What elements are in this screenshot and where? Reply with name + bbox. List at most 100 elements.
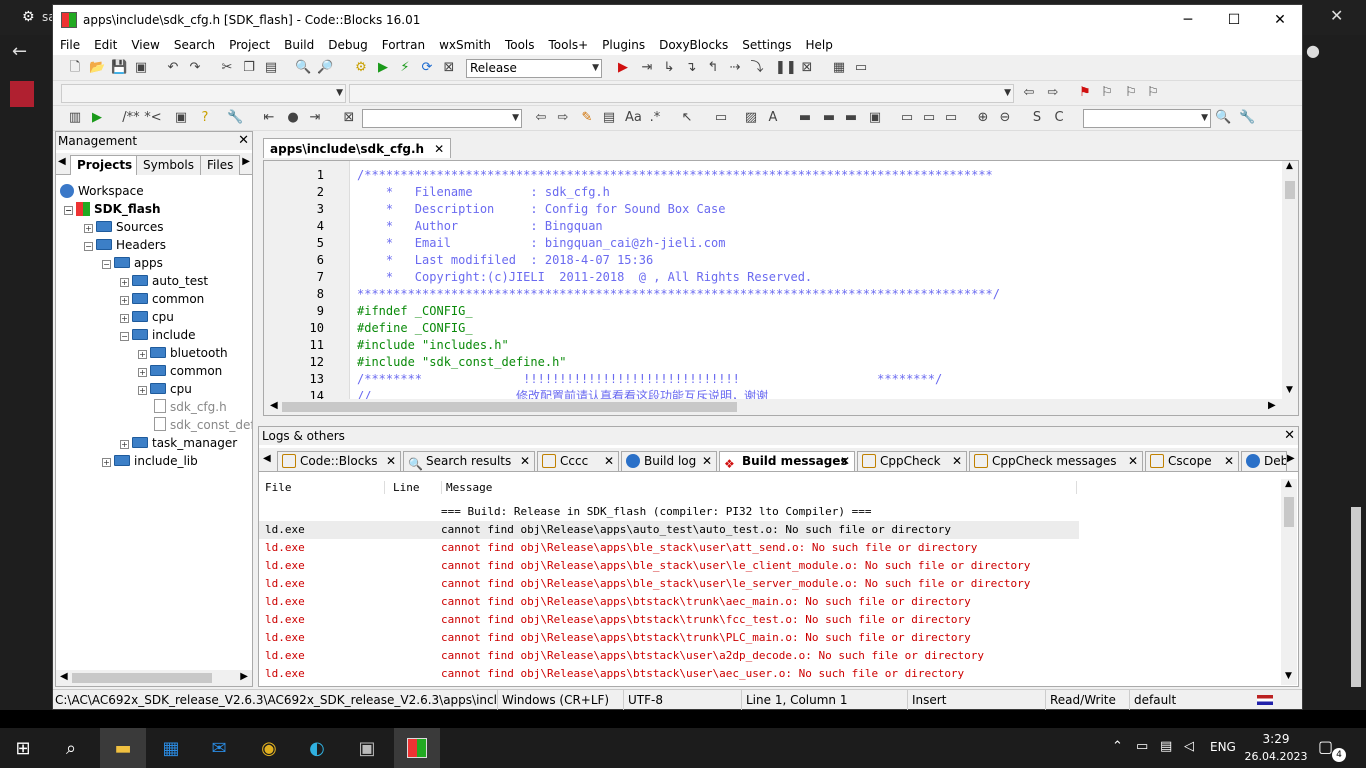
editor-hscrollbar[interactable]: ◀ ▶ <box>264 399 1298 415</box>
tab-cccc[interactable]: Cccc ✕ <box>537 451 619 471</box>
editor-tab-sdk-cfg[interactable]: apps\include\sdk_cfg.h ✕ <box>263 138 452 158</box>
menu-tools-plus[interactable]: Tools+ <box>542 38 596 52</box>
chrome-icon[interactable]: ◉ <box>246 728 292 768</box>
highlight-icon[interactable]: ✎ <box>579 110 595 126</box>
tab-close-icon[interactable]: ✕ <box>604 452 614 471</box>
tree-item-cpu[interactable]: + cpu <box>120 308 174 326</box>
tab-cscope[interactable]: Cscope ✕ <box>1145 451 1239 471</box>
layout-1-icon[interactable]: ▬ <box>797 110 813 126</box>
save-all-icon[interactable]: ▣ <box>133 60 149 76</box>
menu-fortran[interactable]: Fortran <box>375 38 432 52</box>
tree-hscrollbar[interactable]: ◀ ▶ <box>56 670 252 686</box>
codeblocks-taskbar-icon[interactable] <box>394 728 440 768</box>
tab-close-icon[interactable]: ✕ <box>434 140 444 158</box>
background-close-icon[interactable]: ✕ <box>1330 6 1343 25</box>
expand-icon[interactable]: + <box>120 440 129 449</box>
table-row[interactable]: ld.exe cannot find obj\Release\apps\ble_s… <box>259 539 1079 557</box>
replace-icon[interactable]: 🔎 <box>317 60 333 76</box>
menu-wxsmith[interactable]: wxSmith <box>432 38 498 52</box>
code-line[interactable]: #include "sdk_const_define.h" <box>357 354 567 371</box>
language-indicator[interactable]: ENG <box>1210 740 1236 754</box>
expand-icon[interactable]: + <box>138 350 147 359</box>
info-icon[interactable]: ▭ <box>853 60 869 76</box>
selected-only-icon[interactable]: ▤ <box>601 110 617 126</box>
tab-symbols[interactable]: Symbols <box>136 155 201 175</box>
minimize-button[interactable]: ─ <box>1165 5 1211 35</box>
layout-3-icon[interactable]: ▬ <box>843 110 859 126</box>
column-header-line[interactable]: Line <box>393 481 433 494</box>
table-row[interactable]: ld.exe cannot find obj\Release\apps\ble_s… <box>259 575 1079 593</box>
battery-icon[interactable]: ▭ <box>1136 739 1148 754</box>
pointer-icon[interactable]: ↖ <box>679 110 695 126</box>
table-row[interactable]: ld.exe cannot find obj\Release\apps\btsta… <box>259 665 1079 683</box>
code-line[interactable]: /***************************************… <box>357 167 993 184</box>
code-line[interactable]: * Last modifiled : 2018-4-07 15:36 <box>357 252 653 269</box>
menu-build[interactable]: Build <box>277 38 321 52</box>
settings-wrench-icon[interactable]: 🔧 <box>227 110 243 126</box>
prev-bookmark-icon[interactable]: ⚐ <box>1099 85 1115 101</box>
tab-build-messages[interactable]: ❖ Build messages ✕ <box>719 451 855 471</box>
table-row[interactable]: ld.exe cannot find obj\Release\apps\btsta… <box>259 629 1079 647</box>
menu-search[interactable]: Search <box>167 38 222 52</box>
collapse-icon[interactable]: − <box>120 332 129 341</box>
code-line[interactable]: * Email : bingquan_cai@zh-jieli.com <box>357 235 726 252</box>
bookmark-toggle-icon[interactable]: ⚑ <box>1077 85 1093 101</box>
logs-vscrollbar[interactable]: ▲ ▼ <box>1281 479 1297 685</box>
clear-bookmarks-icon[interactable]: ⚐ <box>1145 85 1161 101</box>
clock-time[interactable]: 3:29 <box>1246 732 1306 746</box>
shape-1-icon[interactable]: ▭ <box>899 110 915 126</box>
image-tool-icon[interactable]: ▨ <box>743 110 759 126</box>
store-icon[interactable]: ▦ <box>148 728 194 768</box>
next-instruction-icon[interactable]: ⇢ <box>727 60 743 76</box>
scroll-down-icon[interactable]: ▼ <box>1285 671 1292 681</box>
build-run-icon[interactable]: ⚡ <box>397 60 413 76</box>
tree-item-sdk-cfg[interactable]: sdk_cfg.h <box>154 398 227 416</box>
tab-files[interactable]: Files <box>200 155 241 175</box>
tab-close-icon[interactable]: ✕ <box>386 452 396 471</box>
expand-icon[interactable]: + <box>102 458 111 467</box>
volume-icon[interactable]: ◁ <box>1184 739 1194 754</box>
tab-projects[interactable]: Projects <box>70 155 140 175</box>
tab-build-log[interactable]: Build log ✕ <box>621 451 717 471</box>
jump-forward-icon[interactable]: ⇨ <box>1045 85 1061 101</box>
layout-2-icon[interactable]: ▬ <box>821 110 837 126</box>
menu-view[interactable]: View <box>124 38 166 52</box>
tree-item-cpu-inc[interactable]: + cpu <box>138 380 192 398</box>
abort-icon[interactable]: ⊠ <box>441 60 457 76</box>
search-prev-icon[interactable]: ⇦ <box>533 110 549 126</box>
expand-icon[interactable]: + <box>138 386 147 395</box>
run-icon[interactable]: ▶ <box>375 60 391 76</box>
open-icon[interactable]: 📂 <box>89 60 105 76</box>
debug-start-icon[interactable]: ▶ <box>615 60 631 76</box>
copy-icon[interactable]: ❐ <box>241 60 257 76</box>
column-header-file[interactable]: File <box>265 481 385 494</box>
expand-icon[interactable]: + <box>84 224 93 233</box>
code-line[interactable]: #include "includes.h" <box>357 337 509 354</box>
tool-select[interactable]: ▼ <box>1083 109 1211 128</box>
file-explorer-icon[interactable]: ▬ <box>100 728 146 768</box>
close-panel-icon[interactable]: ✕ <box>238 132 249 150</box>
code-line[interactable]: * Description : Config for Sound Box Cas… <box>357 201 726 218</box>
pause-icon[interactable]: ❚❚ <box>775 60 797 76</box>
incremental-search-input[interactable]: ▼ <box>362 109 522 128</box>
tab-scroll-left-icon[interactable]: ◀ <box>58 156 66 167</box>
shape-3-icon[interactable]: ▭ <box>943 110 959 126</box>
tree-item-include-lib[interactable]: + include_lib <box>102 452 198 470</box>
code-line[interactable]: * Filename : sdk_cfg.h <box>357 184 610 201</box>
scroll-down-icon[interactable]: ▼ <box>1286 385 1293 395</box>
step-out-icon[interactable]: ↰ <box>705 60 721 76</box>
code-line[interactable]: #define _CONFIG_ <box>357 320 473 337</box>
expand-icon[interactable]: + <box>120 278 129 287</box>
scope-select[interactable]: ▼ <box>61 84 346 103</box>
find-icon[interactable]: 🔍 <box>295 60 311 76</box>
table-row[interactable]: ld.exe cannot find obj\Release\apps\ble_s… <box>259 557 1079 575</box>
tree-item-sources[interactable]: + Sources <box>84 218 163 236</box>
text-tool-icon[interactable]: A <box>765 110 781 126</box>
menu-help[interactable]: Help <box>798 38 839 52</box>
collapse-icon[interactable]: − <box>102 260 111 269</box>
code-editor[interactable]: 1 2 3 4 5 6 7 8 9 10 11 12 13 14 /*******************… <box>263 160 1299 416</box>
collapse-icon[interactable]: − <box>64 206 73 215</box>
paste-icon[interactable]: ▤ <box>263 60 279 76</box>
editor-vscrollbar[interactable]: ▲ ▼ <box>1282 161 1298 399</box>
tab-scroll-right-icon[interactable]: ▶ <box>1287 453 1295 464</box>
